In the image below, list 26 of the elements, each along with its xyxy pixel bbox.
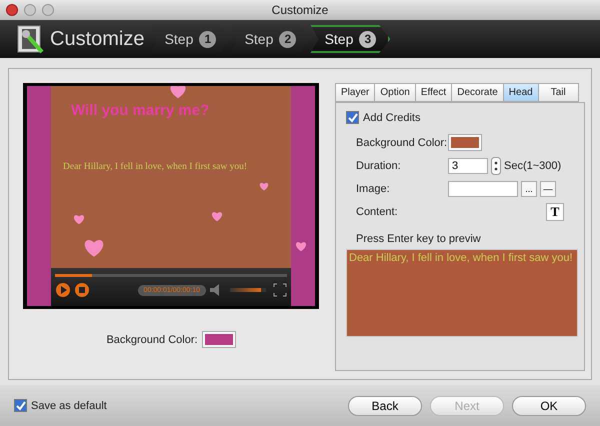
duration-field[interactable]: 3 [448,158,488,174]
video-message: Dear Hillary, I fell in love, when I first saw you! [63,162,248,172]
unit-label: Sec(1~300) [504,160,562,172]
tab[interactable]: Option [374,83,415,102]
remove-button[interactable]: — [540,181,556,197]
tab[interactable]: Head [502,83,538,102]
field-label: Duration: [356,160,402,172]
field-label: Background Color: [356,136,448,148]
footer-button[interactable]: Back [348,396,422,416]
tab[interactable]: Tail [538,83,579,102]
hint-text: Press Enter key to previw [356,233,482,245]
step-tab[interactable]: Step 3 [310,25,390,53]
footer-button[interactable]: OK [512,396,586,416]
field-label: Content: [356,206,399,218]
text-button[interactable]: T [546,203,564,221]
tab[interactable]: Decorate [451,83,503,102]
checkbox-label: Add Credits [363,112,420,124]
field-label: Image: [356,183,391,195]
window-title: Customize [272,3,328,17]
field-label: Background Color: [106,334,198,346]
video-heading: Will you marry me? [71,102,210,119]
browse-button[interactable]: ... [521,181,537,197]
tab[interactable]: Player [335,83,374,102]
tab[interactable]: Effect [414,83,452,102]
page-title: Customize [50,28,144,50]
checkbox-label: Save as default [31,400,107,412]
